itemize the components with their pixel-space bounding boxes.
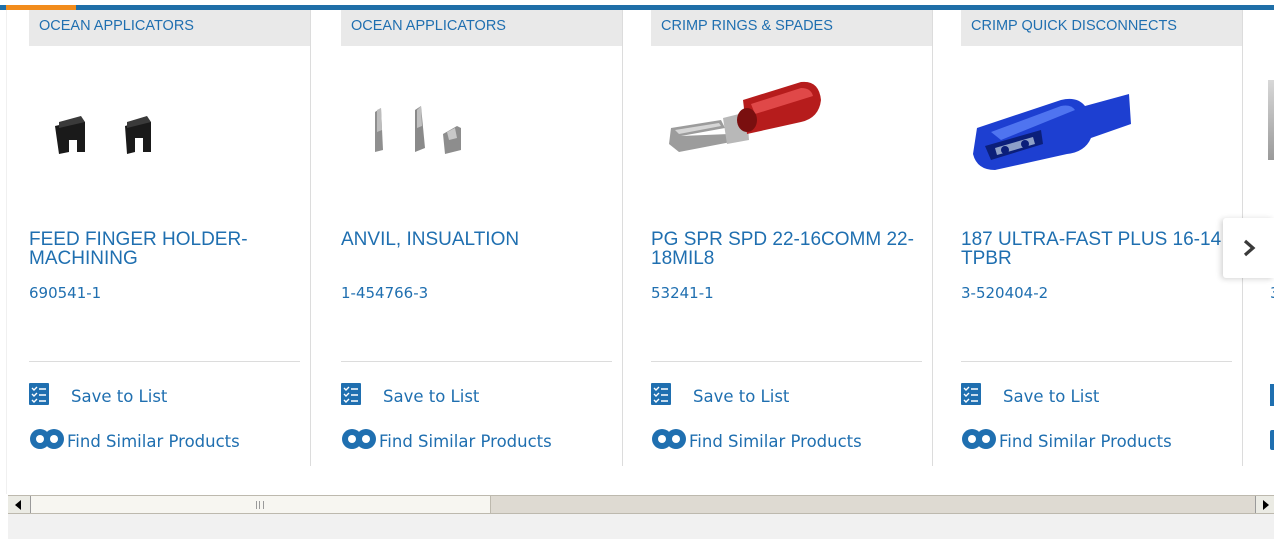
part-number[interactable]: 1-454766-3: [341, 284, 428, 302]
save-to-list-label: Save to List: [1003, 386, 1100, 406]
find-similar-button[interactable]: Find Similar Products: [341, 428, 552, 454]
footer-band: [8, 514, 1274, 539]
arrow-left-icon: [15, 499, 21, 510]
find-similar-label: Find Similar Products: [999, 431, 1172, 451]
save-to-list-button[interactable]: Save to List: [651, 383, 789, 409]
horizontal-scrollbar[interactable]: [8, 495, 1274, 514]
checklist-icon: [29, 383, 71, 409]
divider: [29, 361, 300, 362]
product-image[interactable]: [341, 70, 622, 210]
product-title[interactable]: FEED FINGER HOLDER-MACHINING: [29, 230, 304, 268]
category-label[interactable]: OCEAN APPLICATORS: [341, 10, 622, 46]
product-title[interactable]: 187 ULTRA-FAST PLUS 16-14 TPBR: [961, 230, 1236, 268]
gears-icon: [651, 426, 689, 456]
partial-part-number[interactable]: 3: [1270, 284, 1274, 302]
left-edge: [6, 10, 7, 494]
product-card: OCEAN APPLICATORS ANVIL, INSUALTION 1-45…: [341, 10, 623, 466]
product-title[interactable]: ANVIL, INSUALTION: [341, 230, 616, 249]
category-label[interactable]: CRIMP RINGS & SPADES: [651, 10, 932, 46]
save-to-list-label: Save to List: [693, 386, 790, 406]
divider: [961, 361, 1232, 362]
product-title[interactable]: PG SPR SPD 22-16COMM 22-18MIL8: [651, 230, 926, 268]
save-to-list-label: Save to List: [71, 386, 168, 406]
find-similar-label: Find Similar Products: [689, 431, 862, 451]
product-image[interactable]: [651, 70, 932, 210]
grip-icon: [256, 501, 264, 509]
partial-gears-icon[interactable]: [1270, 430, 1274, 450]
divider: [341, 361, 612, 362]
part-number[interactable]: 53241-1: [651, 284, 714, 302]
gears-icon: [29, 426, 67, 456]
divider: [651, 361, 922, 362]
checklist-icon: [651, 383, 693, 409]
find-similar-button[interactable]: Find Similar Products: [29, 428, 240, 454]
save-to-list-label: Save to List: [383, 386, 480, 406]
category-label[interactable]: CRIMP QUICK DISCONNECTS: [961, 10, 1242, 46]
arrow-right-icon: [1263, 499, 1269, 510]
product-card: CRIMP QUICK DISCONNECTS 187 ULTRA-FAST P…: [961, 10, 1243, 466]
product-card: CRIMP RINGS & SPADES PG SPR SPD 22-16COM…: [651, 10, 933, 466]
scrollbar-thumb[interactable]: [31, 496, 491, 513]
scroll-left-button[interactable]: [8, 496, 31, 513]
top-accent-bar: [0, 0, 1274, 10]
scrollbar-track[interactable]: [491, 496, 1255, 513]
find-similar-button[interactable]: Find Similar Products: [651, 428, 862, 454]
product-image[interactable]: [29, 70, 310, 210]
checklist-icon: [341, 383, 383, 409]
carousel-next-button[interactable]: [1223, 218, 1274, 278]
find-similar-label: Find Similar Products: [67, 431, 240, 451]
find-similar-button[interactable]: Find Similar Products: [961, 428, 1172, 454]
gears-icon: [961, 426, 999, 456]
save-to-list-button[interactable]: Save to List: [341, 383, 479, 409]
chevron-right-icon: [1243, 239, 1255, 257]
find-similar-label: Find Similar Products: [379, 431, 552, 451]
scroll-right-button[interactable]: [1255, 496, 1274, 513]
partial-checklist-icon[interactable]: [1270, 384, 1274, 406]
save-to-list-button[interactable]: Save to List: [29, 383, 167, 409]
save-to-list-button[interactable]: Save to List: [961, 383, 1099, 409]
product-image[interactable]: [961, 70, 1242, 210]
gears-icon: [341, 426, 379, 456]
part-number[interactable]: 690541-1: [29, 284, 101, 302]
product-card: OCEAN APPLICATORS FEED FINGER HOLDER-MAC…: [29, 10, 311, 466]
checklist-icon: [961, 383, 1003, 409]
category-label[interactable]: OCEAN APPLICATORS: [29, 10, 310, 46]
part-number[interactable]: 3-520404-2: [961, 284, 1048, 302]
partial-product-image[interactable]: [1268, 80, 1274, 160]
